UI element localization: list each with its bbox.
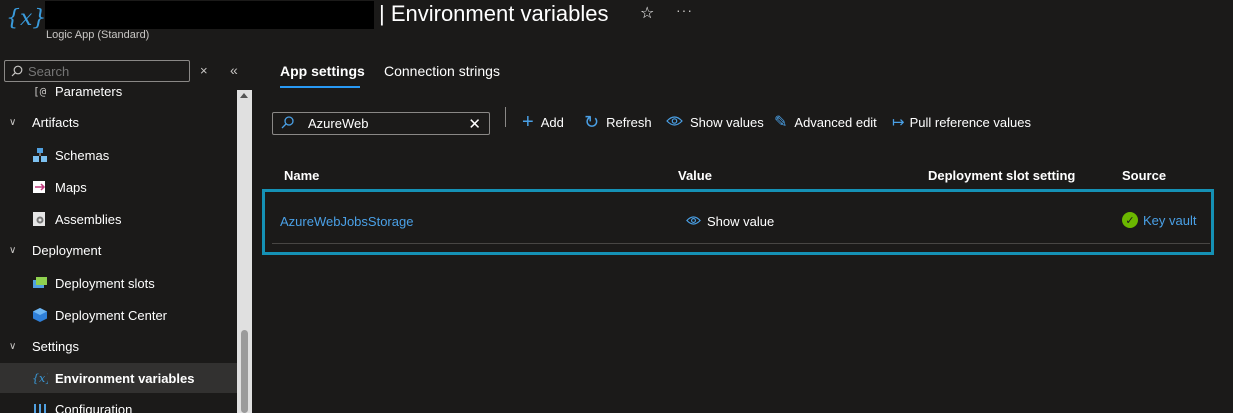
- sidebar-group-label: Deployment: [32, 242, 102, 258]
- resource-type-subtitle: Logic App (Standard): [46, 29, 150, 41]
- advanced-edit-button[interactable]: ✎ Advanced edit: [774, 114, 877, 131]
- search-icon: [281, 115, 294, 132]
- refresh-label: Refresh: [606, 115, 652, 130]
- scroll-up-arrow-icon[interactable]: [240, 93, 248, 98]
- toolbar-divider: [505, 107, 506, 127]
- sidebar-item-label: Assemblies: [55, 211, 122, 227]
- svg-text:[@]: [@]: [33, 85, 48, 98]
- assemblies-icon: [32, 211, 48, 227]
- sidebar-item-configuration[interactable]: Configuration: [0, 394, 237, 413]
- pull-reference-label: Pull reference values: [909, 115, 1031, 130]
- sidebar-item-environment-variables[interactable]: {x} Environment variables: [0, 363, 237, 393]
- chevron-down-icon: ∨: [9, 340, 17, 352]
- sidebar-search-box[interactable]: [4, 60, 190, 82]
- sidebar-item-deployment-center[interactable]: Deployment Center: [0, 300, 237, 330]
- column-header-source[interactable]: Source: [1122, 168, 1166, 183]
- sidebar-clear-icon[interactable]: ×: [200, 63, 208, 78]
- arrow-right-to-bar-icon: ↦: [892, 114, 905, 131]
- refresh-icon: ↻: [584, 112, 600, 132]
- show-values-button[interactable]: Show values: [666, 115, 764, 130]
- tab-connection-strings[interactable]: Connection strings: [384, 63, 500, 79]
- parameters-icon: [@]: [32, 83, 53, 99]
- sidebar-menu: [@] Parameters ∨ Artifacts Schemas Maps …: [0, 82, 237, 413]
- pull-reference-values-button[interactable]: ↦ Pull reference values: [892, 115, 1031, 130]
- plus-icon: +: [522, 111, 534, 133]
- sidebar-group-label: Settings: [32, 338, 79, 354]
- schemas-icon: [32, 147, 48, 163]
- eye-icon: [666, 115, 683, 130]
- pencil-icon: ✎: [774, 114, 788, 131]
- deployment-center-icon: [32, 307, 48, 323]
- highlight-box: [262, 189, 1214, 255]
- chevron-down-icon: ∨: [9, 244, 17, 256]
- svg-text:{x}: {x}: [32, 372, 48, 385]
- add-label: Add: [540, 115, 564, 130]
- refresh-button[interactable]: ↻ Refresh: [584, 112, 652, 132]
- sidebar-item-schemas[interactable]: Schemas: [0, 140, 237, 170]
- column-header-value[interactable]: Value: [678, 168, 712, 183]
- sidebar-item-label: Configuration: [55, 401, 133, 413]
- sidebar-item-parameters[interactable]: [@] Parameters: [0, 82, 237, 106]
- tab-app-settings[interactable]: App settings: [280, 63, 365, 79]
- redacted-resource-name: [45, 1, 374, 29]
- chevron-down-icon: ∨: [9, 116, 17, 128]
- collapse-sidebar-icon[interactable]: «: [230, 62, 238, 78]
- search-icon: [11, 65, 23, 77]
- column-header-deployment-slot-setting[interactable]: Deployment slot setting: [928, 168, 1075, 183]
- show-values-label: Show values: [690, 115, 764, 130]
- sidebar-group-artifacts[interactable]: ∨ Artifacts: [0, 107, 237, 137]
- sidebar-item-maps[interactable]: Maps: [0, 172, 237, 202]
- environment-variables-icon: {x}: [32, 370, 52, 386]
- sidebar-search-input[interactable]: [28, 63, 178, 79]
- sidebar-item-deployment-slots[interactable]: Deployment slots: [0, 268, 237, 298]
- deployment-slots-icon: [32, 275, 48, 291]
- sidebar-item-label: Maps: [55, 179, 87, 195]
- star-icon[interactable]: ☆: [640, 3, 654, 23]
- app-icon: {x}: [6, 6, 47, 31]
- configuration-icon: [32, 401, 48, 413]
- sidebar-item-assemblies[interactable]: Assemblies: [0, 204, 237, 234]
- sidebar-group-deployment[interactable]: ∨ Deployment: [0, 235, 237, 265]
- filter-box[interactable]: ✕: [272, 112, 490, 135]
- sidebar-item-label: Environment variables: [55, 370, 195, 386]
- advanced-edit-label: Advanced edit: [794, 115, 877, 130]
- sidebar-item-label: Schemas: [55, 147, 110, 163]
- sidebar-item-label: Deployment Center: [55, 307, 167, 323]
- scrollbar-thumb[interactable]: [241, 330, 248, 413]
- sidebar-item-label: Deployment slots: [55, 275, 155, 291]
- add-button[interactable]: + Add: [522, 111, 564, 133]
- maps-icon: [32, 179, 48, 195]
- sidebar-group-settings[interactable]: ∨ Settings: [0, 331, 237, 361]
- ellipsis-icon[interactable]: ···: [676, 2, 693, 18]
- column-header-name[interactable]: Name: [284, 168, 319, 183]
- filter-input[interactable]: [308, 116, 458, 131]
- page-title: | Environment variables: [379, 1, 609, 26]
- active-tab-indicator: [280, 86, 360, 88]
- sidebar-item-label: Parameters: [55, 83, 123, 99]
- sidebar-group-label: Artifacts: [32, 114, 79, 130]
- clear-filter-icon[interactable]: ✕: [468, 115, 481, 133]
